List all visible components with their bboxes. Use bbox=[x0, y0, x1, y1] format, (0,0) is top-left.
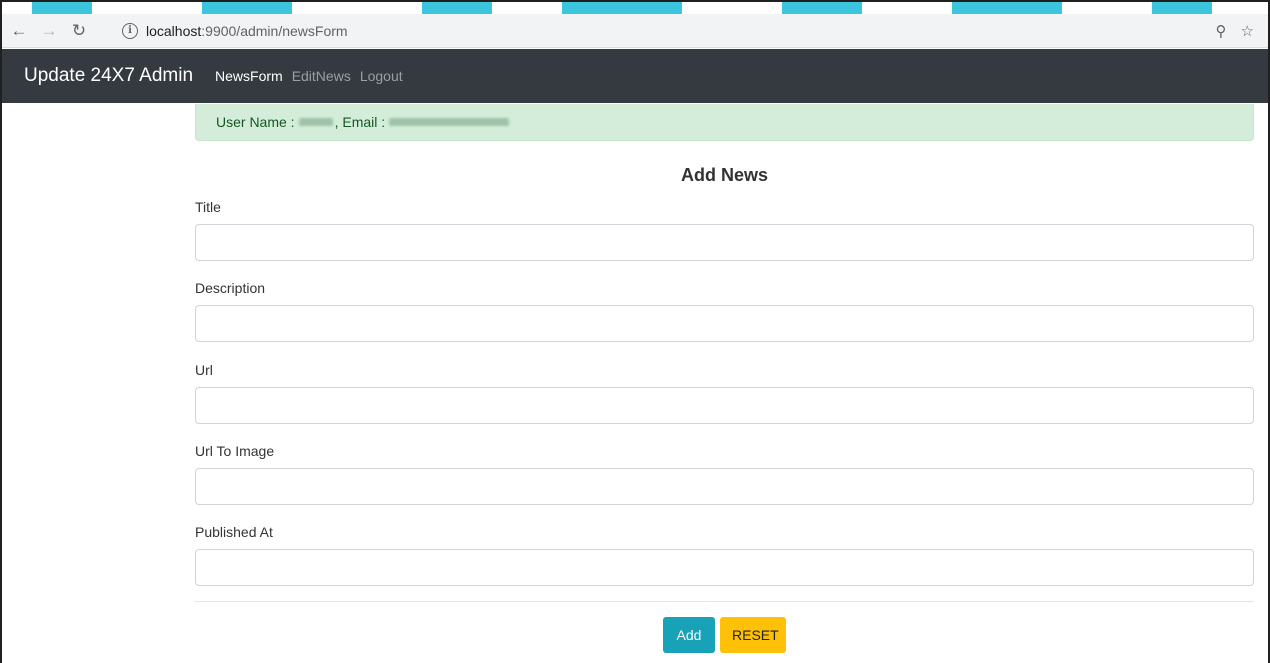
forward-arrow-icon[interactable]: → bbox=[36, 18, 62, 44]
published-at-input[interactable] bbox=[195, 549, 1254, 586]
description-input[interactable] bbox=[195, 305, 1254, 342]
decorative-strip bbox=[2, 2, 1268, 14]
title-input[interactable] bbox=[195, 224, 1254, 261]
url-input[interactable] bbox=[195, 387, 1254, 424]
published-at-label: Published At bbox=[195, 524, 273, 540]
form-title: Add News bbox=[680, 165, 768, 185]
reload-icon[interactable]: ↻ bbox=[66, 18, 92, 44]
user-name-redacted bbox=[298, 118, 333, 126]
email-redacted bbox=[389, 118, 510, 126]
url-to-image-label: Url To Image bbox=[195, 443, 275, 459]
reset-button[interactable]: RESET bbox=[720, 617, 786, 653]
browser-window: ← → ↻ i localhost:9900/admin/newsForm ⚲ … bbox=[0, 0, 1270, 663]
description-label: Description bbox=[195, 280, 266, 296]
nav-link-editnews[interactable]: EditNews bbox=[292, 68, 351, 84]
add-button[interactable]: Add bbox=[663, 617, 715, 653]
email-label: , Email : bbox=[334, 114, 386, 130]
nav-link-logout[interactable]: Logout bbox=[360, 68, 403, 84]
url-path: :9900/admin/newsForm bbox=[201, 23, 348, 39]
star-icon[interactable]: ☆ bbox=[1241, 22, 1254, 40]
navbar-brand[interactable]: Update 24X7 Admin bbox=[24, 65, 193, 87]
browser-toolbar: ← → ↻ i localhost:9900/admin/newsForm ⚲ … bbox=[2, 14, 1268, 48]
nav-link-newsform[interactable]: NewsForm bbox=[215, 68, 283, 84]
title-label: Title bbox=[195, 199, 221, 215]
info-icon[interactable]: i bbox=[122, 23, 138, 39]
back-arrow-icon[interactable]: ← bbox=[6, 18, 32, 44]
address-bar[interactable]: i localhost:9900/admin/newsForm bbox=[122, 18, 1252, 44]
app-navbar: Update 24X7 Admin NewsForm EditNews Logo… bbox=[2, 49, 1268, 103]
url-label: Url bbox=[195, 362, 213, 378]
form-divider bbox=[195, 601, 1254, 602]
zoom-icon[interactable]: ⚲ bbox=[1216, 22, 1227, 40]
url-to-image-input[interactable] bbox=[195, 468, 1254, 505]
user-info-alert: User Name : , Email : bbox=[195, 104, 1254, 141]
user-name-label: User Name : bbox=[216, 114, 295, 130]
url-host: localhost bbox=[146, 23, 202, 39]
